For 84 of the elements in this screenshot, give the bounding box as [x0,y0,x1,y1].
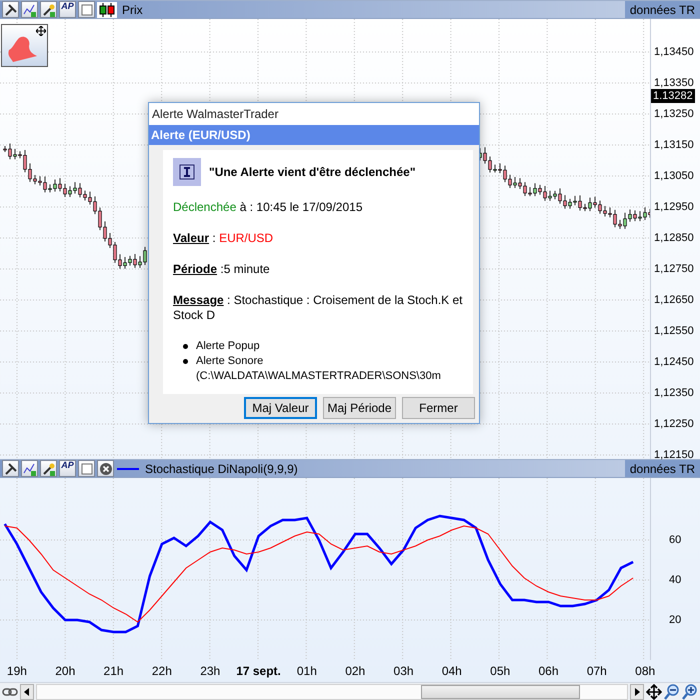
x-axis-label: 03h [394,664,414,678]
x-axis-label: 19h [6,664,27,678]
alert-detail-line: Valeur : EUR/USD [173,231,274,246]
close-icon [98,462,112,476]
dialog-button[interactable]: Fermer [402,397,475,419]
info-icon [173,158,201,186]
data-source-label: données TR [624,1,700,18]
price-axis-label: 1,12650 [654,294,694,306]
x-axis-label: 08h [635,664,656,678]
tools-button[interactable] [2,460,19,477]
price-axis-label: 1,12350 [654,387,694,399]
x-axis-label: 02h [345,664,366,678]
y-axis-label: 40 [669,574,682,586]
y-axis-label: 60 [669,534,682,546]
alert-detail-line: Déclenchée à : 10:45 le 17/09/2015 [173,200,364,215]
price-axis-label: 1,12850 [654,232,694,244]
x-axis-label: 06h [538,664,559,678]
add-indicator-button[interactable] [21,1,38,18]
scroll-right-button[interactable] [630,684,644,700]
x-axis-label: 20h [55,664,76,678]
x-axis-label: 01h [296,664,317,678]
line-chart-add-icon [22,462,36,476]
panel-title: Prix [122,2,143,16]
price-axis-label: 1,12250 [654,418,694,430]
panel-title: Stochastique DiNapoli(9,9,9) [145,462,298,476]
alert-detail-line: Période :5 minute [173,262,271,277]
line-chart-add-icon [22,2,36,16]
last-price-badge: 1.13282 [651,89,695,103]
tools-button[interactable] [2,1,19,18]
magic-wand-icon [42,462,56,476]
dialog-header: Alerte (EUR/USD) [149,125,479,145]
price-axis-label: 1,12750 [654,263,694,275]
ap-button[interactable]: AP [59,1,76,18]
bullet-icon [183,359,188,364]
close-button[interactable] [97,460,114,477]
bullet-icon [183,344,188,349]
zoom-out-icon [664,684,680,700]
price-axis-label: 1,12450 [654,356,694,368]
x-axis-label: 07h [586,664,607,678]
magic-wand-button[interactable] [40,460,57,477]
alert-action-text: Alerte Sonore (C:\WALDATA\WALMASTERTRADER\SONS\30m [196,354,442,384]
alert-detail-line: Message : Stochastique : Croisement de la Stoch.K et Stock D [173,293,464,323]
tools-icon [4,2,18,16]
alert-bell-widget[interactable] [1,24,48,67]
x-axis-label: 05h [490,664,510,678]
x-axis-label: 17 sept. [236,664,281,678]
alert-action-text: Alerte Popup [196,339,261,354]
move-icon[interactable] [36,26,46,36]
right-arrow-icon [634,688,640,696]
magic-wand-button[interactable] [40,1,57,18]
candlestick-icon [97,2,117,18]
price-axis-label: 1,12150 [654,449,694,461]
window-button[interactable] [78,460,95,477]
price-axis-label: 1,13150 [654,139,694,151]
x-axis-label: 21h [104,664,124,678]
zoom-in-icon [682,684,698,700]
x-axis-label: 04h [442,664,462,678]
price-axis-label: 1,12550 [654,325,694,337]
add-indicator-button[interactable] [21,460,38,477]
magic-wand-icon [42,2,56,16]
price-axis-label: 1,13450 [654,46,694,58]
price-axis-label: 1,12950 [654,201,694,213]
price-axis-label: 1,13250 [654,108,694,120]
tools-icon [4,462,18,476]
alert-heading: "Une Alerte vient d'être déclenchée" [209,165,416,179]
dialog-title: Alerte WalmasterTrader [149,103,479,125]
price-axis-label: 1,13050 [654,170,694,182]
x-axis-label: 22h [152,664,172,678]
data-source-label: données TR [624,460,700,477]
series-legend-line-icon [116,466,140,472]
x-axis-label: 23h [200,664,220,678]
left-arrow-icon [24,688,30,696]
scrollbar-thumb[interactable] [420,684,580,698]
window-icon [80,4,92,16]
ap-button[interactable]: AP [59,460,76,477]
price-axis-label: 1,13350 [654,77,694,89]
window-icon [80,462,92,474]
scroll-left-button[interactable] [20,684,34,700]
dialog-button[interactable]: Maj Période [323,397,396,419]
y-axis-label: 20 [669,614,682,626]
link-icon [2,686,18,696]
dialog-button[interactable]: Maj Valeur [244,397,317,419]
move-icon [646,684,662,700]
window-button[interactable] [78,1,95,18]
